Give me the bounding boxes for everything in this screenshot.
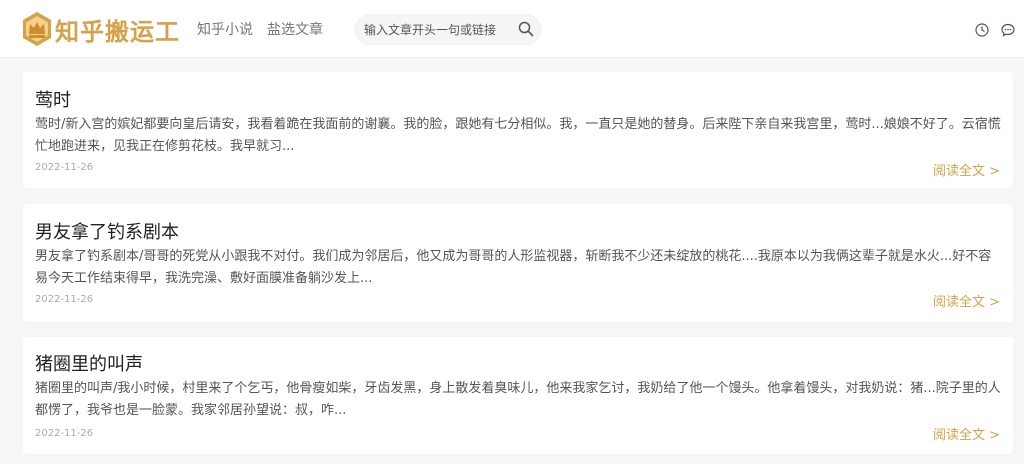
nav-item-yanxuan-articles[interactable]: 盐选文章: [267, 19, 323, 39]
main-nav: 知乎小说 盐选文章: [197, 19, 323, 39]
article-card: 莺时 莺时/新入宫的嫔妃都要向皇后请安，我看着跪在我面前的谢襄。我的脸，跟她有七…: [23, 72, 1013, 188]
article-date: 2022-11-26: [35, 162, 94, 173]
article-card: 男友拿了钓系剧本 男友拿了钓系剧本/哥哥的死党从小跟我不对付。我们成为邻居后，他…: [23, 204, 1013, 322]
search-icon[interactable]: [518, 21, 534, 37]
article-excerpt: 猪圈里的叫声/我小时候，村里来了个乞丐，他骨瘦如柴，牙齿发黑，身上散发着臭味儿，…: [35, 381, 1001, 418]
article-card: 猪圈里的叫声 猪圈里的叫声/我小时候，村里来了个乞丐，他骨瘦如柴，牙齿发黑，身上…: [23, 337, 1013, 454]
article-title[interactable]: 男友拿了钓系剧本: [35, 218, 179, 244]
search-box: [354, 14, 542, 45]
read-more-link[interactable]: 阅读全文 >: [933, 291, 1000, 310]
article-title[interactable]: 莺时: [35, 86, 71, 112]
article-date: 2022-11-26: [35, 428, 94, 439]
nav-item-zhihu-novels[interactable]: 知乎小说: [197, 19, 253, 39]
read-more-link[interactable]: 阅读全文 >: [933, 424, 1000, 443]
clock-icon[interactable]: [975, 23, 989, 37]
article-date: 2022-11-26: [35, 294, 94, 305]
article-title[interactable]: 猪圈里的叫声: [35, 350, 143, 376]
crown-logo-icon: [23, 12, 51, 46]
top-header: 知乎搬运工 知乎小说 盐选文章: [0, 0, 1024, 58]
article-excerpt: 男友拿了钓系剧本/哥哥的死党从小跟我不对付。我们成为邻居后，他又成为哥哥的人形监…: [35, 249, 992, 286]
chat-bubble-icon[interactable]: [1001, 23, 1015, 37]
logo-text: 知乎搬运工: [55, 17, 180, 46]
search-input[interactable]: [364, 14, 510, 45]
article-excerpt: 莺时/新入宫的嫔妃都要向皇后请安，我看着跪在我面前的谢襄。我的脸，跟她有七分相似…: [35, 117, 1001, 154]
site-logo[interactable]: 知乎搬运工: [21, 11, 180, 47]
read-more-link[interactable]: 阅读全文 >: [933, 160, 1000, 179]
